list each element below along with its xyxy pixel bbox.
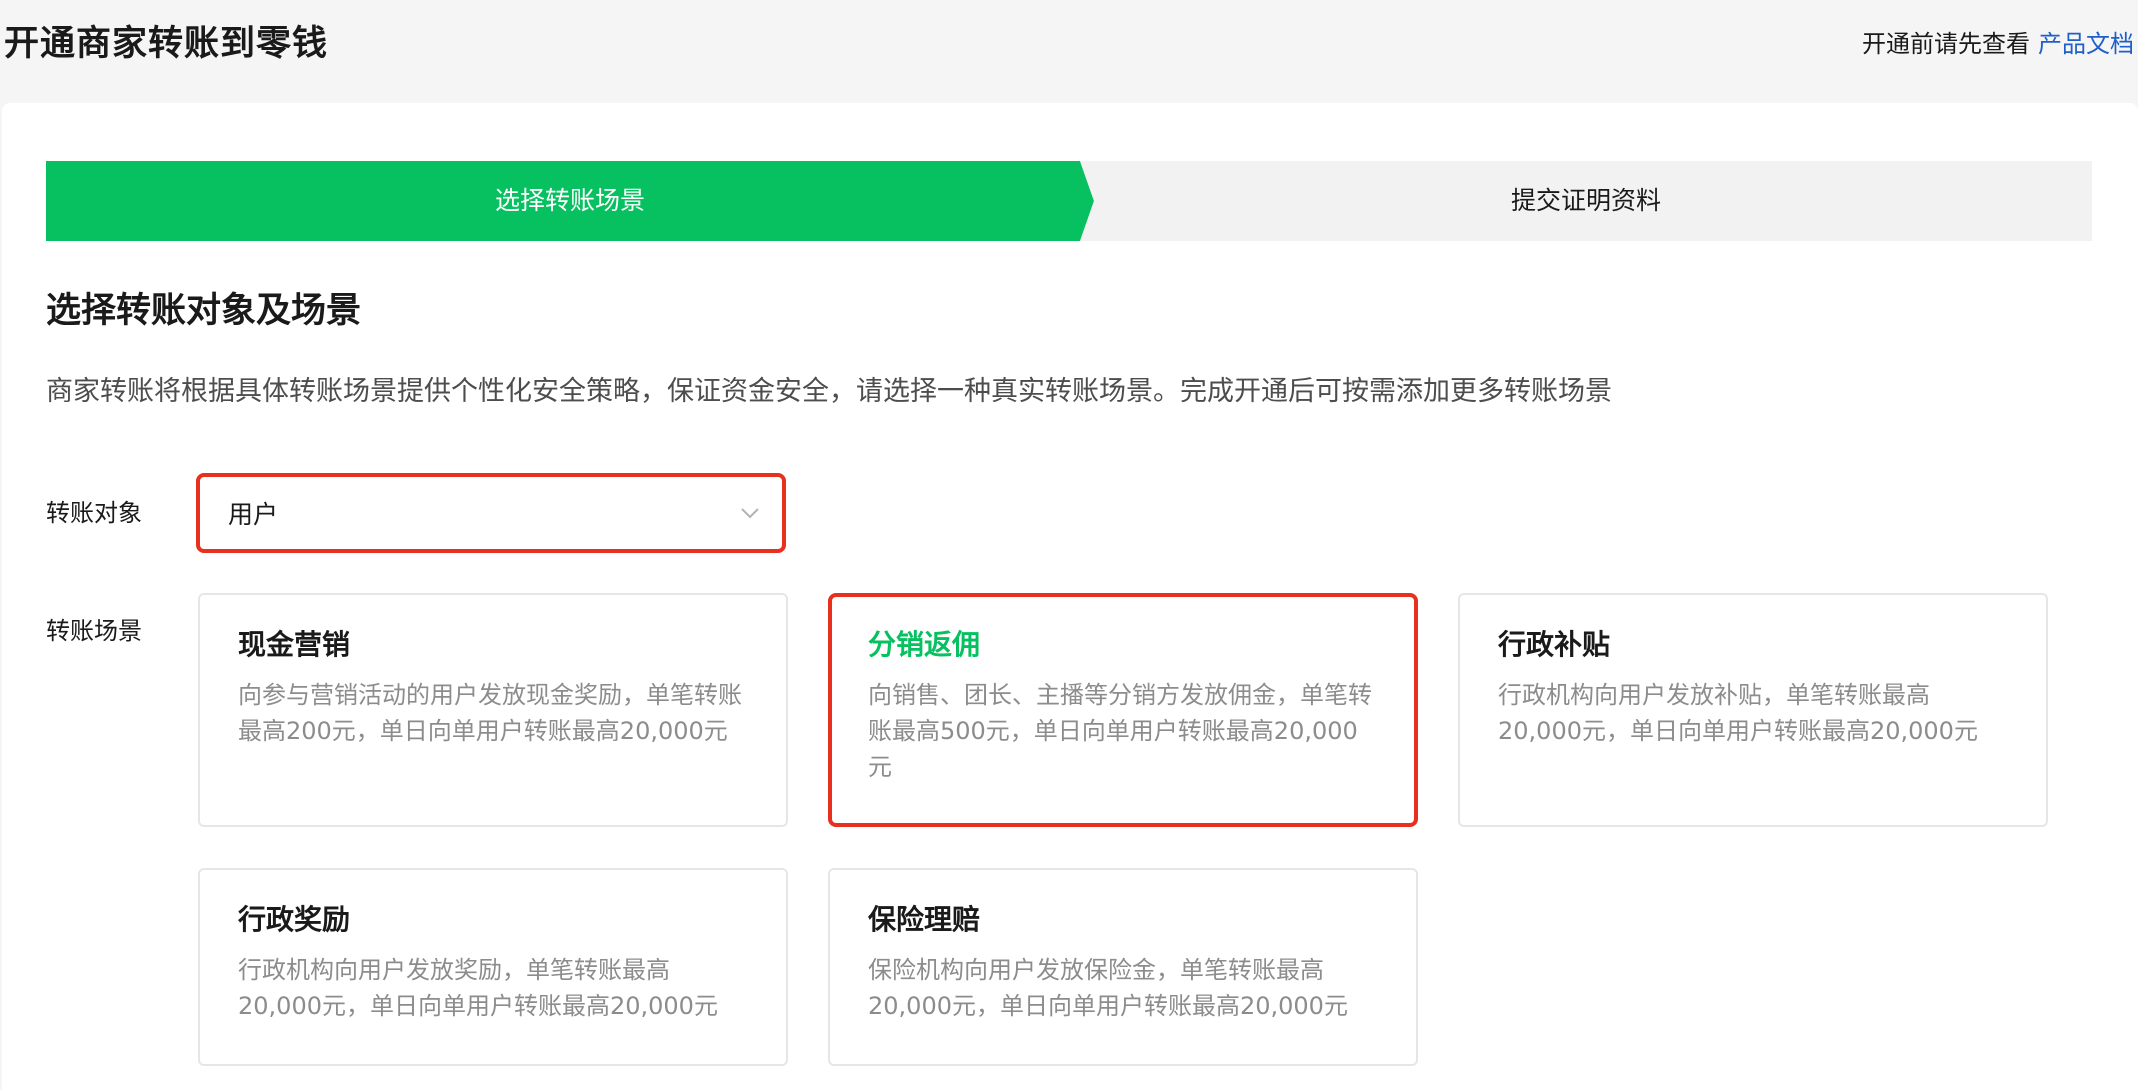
chevron-down-icon bbox=[741, 508, 759, 519]
transfer-scene-label: 转账场景 bbox=[46, 617, 142, 645]
product-doc-link[interactable]: 产品文档 bbox=[2038, 30, 2134, 58]
section-description: 商家转账将根据具体转账场景提供个性化安全策略，保证资金安全，请选择一种真实转账场… bbox=[46, 376, 1612, 407]
step-submit-proof: 提交证明资料 bbox=[1080, 161, 2092, 241]
scene-title: 现金营销 bbox=[238, 628, 351, 661]
doc-hint-text: 开通前请先查看 bbox=[1862, 30, 2030, 58]
scene-card-cash-marketing[interactable]: 现金营销 向参与营销活动的用户发放现金奖励，单笔转账最高200元，单日向单用户转… bbox=[198, 593, 788, 827]
scene-description: 向参与营销活动的用户发放现金奖励，单笔转账最高200元，单日向单用户转账最高20… bbox=[238, 681, 742, 745]
section-title: 选择转账对象及场景 bbox=[46, 291, 362, 331]
page: 开通商家转账到零钱 开通前请先查看 产品文档 选择转账场景 提交证明资料 选择转账… bbox=[0, 0, 2138, 1090]
transfer-target-value: 用户 bbox=[228, 500, 279, 529]
scene-title: 分销返佣 bbox=[868, 628, 981, 661]
scene-title: 保险理赔 bbox=[868, 903, 981, 936]
scene-description: 向销售、团长、主播等分销方发放佣金，单笔转账最高500元，单日向单用户转账最高2… bbox=[868, 681, 1372, 781]
scene-description: 行政机构向用户发放奖励，单笔转账最高20,000元，单日向单用户转账最高20,0… bbox=[238, 956, 718, 1020]
scene-card-admin-reward[interactable]: 行政奖励 行政机构向用户发放奖励，单笔转账最高20,000元，单日向单用户转账最… bbox=[198, 868, 788, 1066]
scene-description: 保险机构向用户发放保险金，单笔转账最高20,000元，单日向单用户转账最高20,… bbox=[868, 956, 1348, 1020]
page-title: 开通商家转账到零钱 bbox=[4, 24, 329, 64]
scene-title: 行政补贴 bbox=[1498, 628, 1611, 661]
steps-bar: 选择转账场景 提交证明资料 bbox=[46, 161, 2092, 241]
transfer-target-label: 转账对象 bbox=[46, 499, 142, 527]
scene-card-distribution-commission[interactable]: 分销返佣 向销售、团长、主播等分销方发放佣金，单笔转账最高500元，单日向单用户… bbox=[828, 593, 1418, 827]
scene-card-admin-subsidy[interactable]: 行政补贴 行政机构向用户发放补贴，单笔转账最高20,000元，单日向单用户转账最… bbox=[1458, 593, 2048, 827]
main-card: 选择转账场景 提交证明资料 选择转账对象及场景 商家转账将根据具体转账场景提供个… bbox=[2, 103, 2138, 1090]
scene-card-insurance-claim[interactable]: 保险理赔 保险机构向用户发放保险金，单笔转账最高20,000元，单日向单用户转账… bbox=[828, 868, 1418, 1066]
scene-description: 行政机构向用户发放补贴，单笔转账最高20,000元，单日向单用户转账最高20,0… bbox=[1498, 681, 1978, 745]
step-select-scene: 选择转账场景 bbox=[46, 161, 1094, 241]
doc-hint: 开通前请先查看 产品文档 bbox=[1862, 24, 2134, 64]
transfer-target-select[interactable]: 用户 bbox=[196, 473, 786, 553]
scene-title: 行政奖励 bbox=[238, 903, 351, 936]
